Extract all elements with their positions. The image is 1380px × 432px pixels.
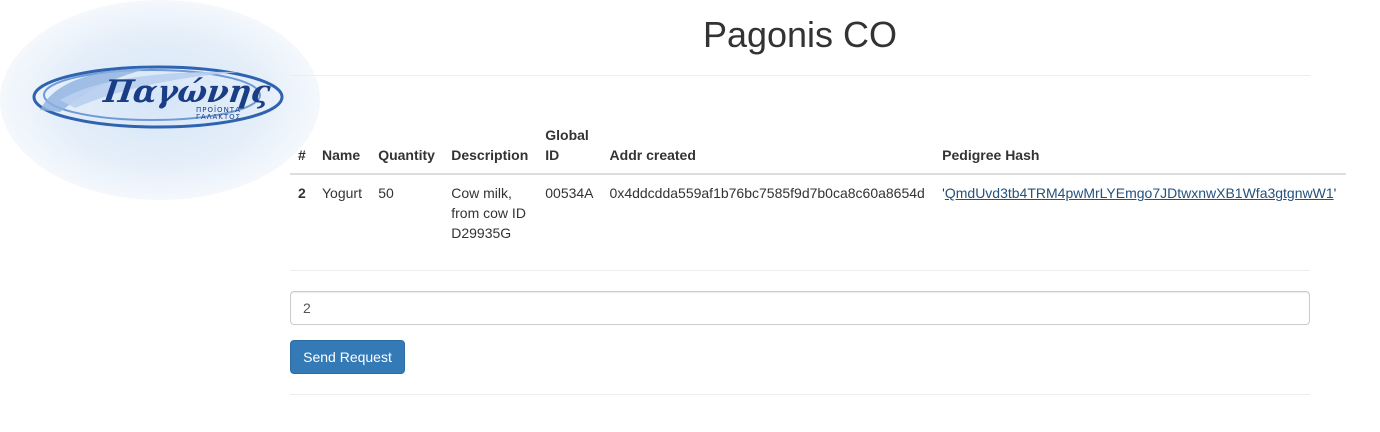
request-id-input[interactable]	[290, 291, 1310, 325]
cell-addr-created: 0x4ddcdda559af1b76bc7585f9d7b0ca8c60a865…	[609, 185, 925, 201]
cell-quantity: 50	[378, 185, 394, 201]
table-header-row: # Name Quantity Description Global ID Ad…	[290, 120, 1346, 175]
row-number: 2	[298, 185, 306, 201]
send-request-button[interactable]: Send Request	[290, 340, 405, 374]
cell-number: 2	[290, 174, 314, 259]
column-header-description: Description	[443, 120, 538, 175]
logo-subtitle-line2: ΓΑΛΑΚΤΟΣ	[196, 113, 242, 121]
divider-top	[290, 75, 1310, 76]
divider-bottom	[290, 394, 1310, 395]
column-header-pedigree-hash: Pedigree Hash	[934, 120, 1346, 175]
column-header-global-id: Global ID	[537, 120, 602, 175]
column-header-quantity: Quantity	[370, 120, 444, 175]
cell-global-id: 00534A	[545, 185, 594, 201]
hash-quote-close: '	[1333, 185, 1337, 201]
cell-description: Cow milk, from cow ID D29935G	[451, 185, 526, 241]
company-logo: Παγώνης ΠΡΟΪΟΝΤΑ ΓΑΛΑΚΤΟΣ	[0, 0, 320, 200]
column-header-name: Name	[314, 120, 371, 175]
page: Παγώνης ΠΡΟΪΟΝΤΑ ΓΑΛΑΚΤΟΣ Pagonis CO # N…	[0, 0, 1380, 432]
cell-name: Yogurt	[322, 185, 362, 201]
column-header-addr-created: Addr created	[601, 120, 935, 175]
column-header-number: #	[290, 120, 314, 175]
page-title: Pagonis CO	[702, 14, 898, 55]
products-table: # Name Quantity Description Global ID Ad…	[290, 120, 1346, 259]
logo-brand-text: Παγώνης	[101, 74, 273, 110]
cell-pedigree-hash: 'QmdUvd3tb4TRM4pwMrLYEmgo7JDtwxnwXB1Wfa3…	[934, 174, 1346, 259]
divider-middle	[290, 270, 1310, 271]
pedigree-hash-link[interactable]: QmdUvd3tb4TRM4pwMrLYEmgo7JDtwxnwXB1Wfa3g…	[945, 185, 1334, 201]
table-row: 2 Yogurt 50 Cow milk, from cow ID D29935…	[290, 174, 1346, 259]
